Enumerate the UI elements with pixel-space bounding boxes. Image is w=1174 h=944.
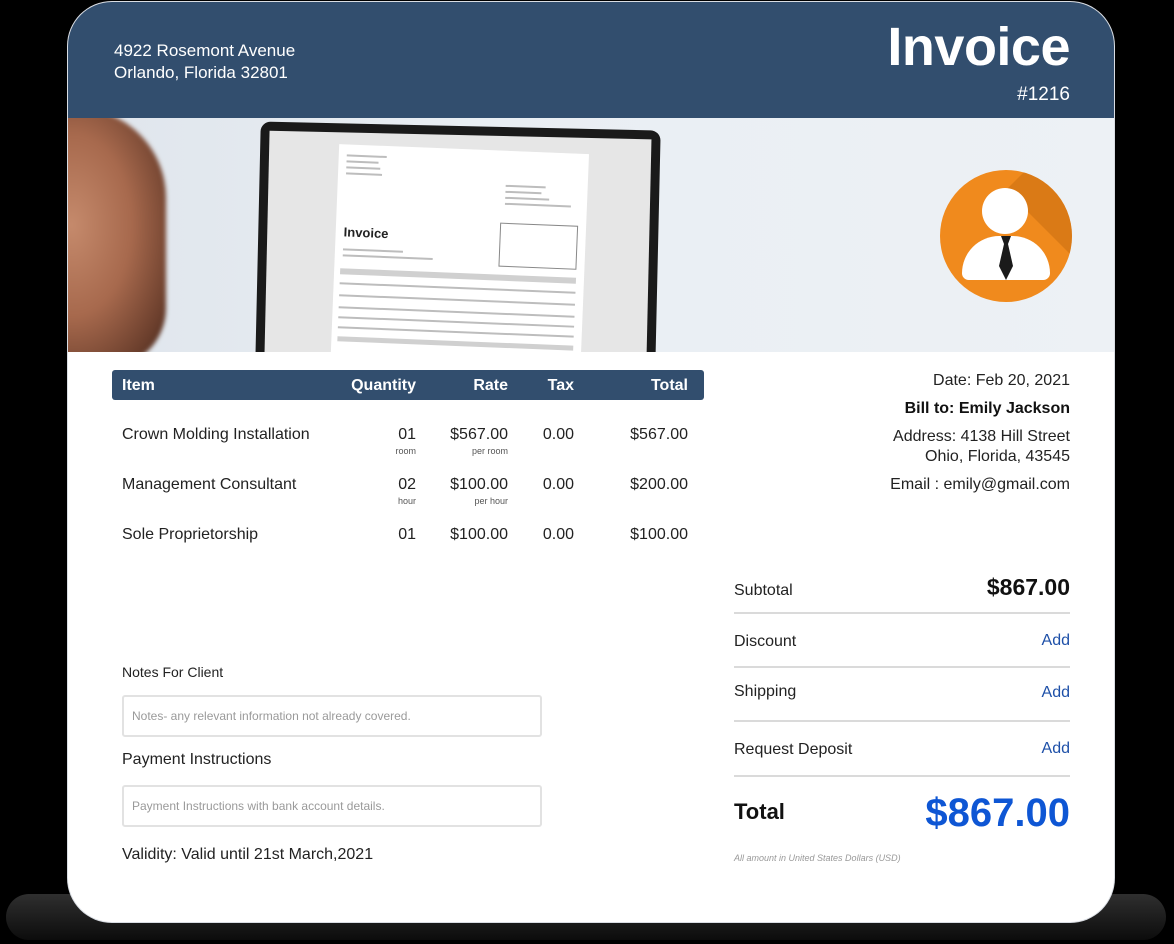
screen-doc-title: Invoice bbox=[343, 224, 389, 242]
item-quantity-unit: hour bbox=[397, 496, 416, 506]
invoice-date: Date: Feb 20, 2021 bbox=[933, 372, 1070, 389]
divider bbox=[734, 666, 1070, 668]
item-tax: 0.00 bbox=[542, 526, 574, 543]
currency-note: All amount in United States Dollars (USD… bbox=[734, 853, 901, 863]
laptop-screen: Invoice bbox=[264, 130, 652, 352]
column-item: Item bbox=[122, 377, 155, 394]
payment-instructions-label: Payment Instructions bbox=[122, 751, 272, 768]
column-total: Total bbox=[650, 377, 688, 394]
payment-instructions-input[interactable] bbox=[122, 785, 542, 827]
item-total: $567.00 bbox=[630, 426, 688, 443]
item-quantity: 02 bbox=[398, 476, 416, 493]
divider bbox=[734, 775, 1070, 777]
bill-to: Bill to: Emily Jackson bbox=[904, 400, 1070, 417]
sender-address: 4922 Rosemont Avenue Orlando, Florida 32… bbox=[114, 40, 295, 84]
column-tax: Tax bbox=[547, 377, 574, 394]
bill-email: Email : emily@gmail.com bbox=[890, 476, 1070, 493]
item-rate-unit: per hour bbox=[474, 496, 508, 506]
table-row: Sole Proprietorship 01 $100.00 0.00 $100… bbox=[112, 526, 704, 566]
shipping-label: Shipping bbox=[734, 683, 797, 700]
column-rate: Rate bbox=[473, 377, 508, 394]
bill-address-line2: Ohio, Florida, 43545 bbox=[925, 448, 1070, 465]
table-row: Management Consultant 02 hour $100.00 pe… bbox=[112, 476, 704, 516]
item-quantity: 01 bbox=[398, 526, 416, 543]
invoice-number: #1216 bbox=[1017, 84, 1070, 105]
invoice-title: Invoice bbox=[887, 17, 1070, 77]
column-quantity: Quantity bbox=[351, 377, 416, 394]
item-total: $100.00 bbox=[630, 526, 688, 543]
discount-label: Discount bbox=[734, 633, 797, 650]
table-row: Crown Molding Installation 01 room $567.… bbox=[112, 426, 704, 466]
item-tax: 0.00 bbox=[542, 476, 574, 493]
add-shipping-button[interactable]: Add bbox=[1042, 684, 1070, 702]
sender-address-line2: Orlando, Florida 32801 bbox=[114, 63, 288, 82]
validity-text: Validity: Valid until 21st March,2021 bbox=[122, 846, 374, 863]
divider bbox=[734, 612, 1070, 614]
subtotal-label: Subtotal bbox=[734, 582, 793, 599]
banner-image: Invoice bbox=[68, 118, 1114, 352]
item-total: $200.00 bbox=[630, 476, 688, 493]
total-label: Total bbox=[734, 799, 785, 824]
request-deposit-label: Request Deposit bbox=[734, 741, 853, 758]
item-name: Sole Proprietorship bbox=[122, 526, 259, 543]
item-rate-unit: per room bbox=[471, 446, 508, 456]
screen-invoice-document: Invoice bbox=[330, 144, 590, 352]
item-name: Management Consultant bbox=[122, 476, 297, 493]
user-businessman-icon bbox=[940, 170, 1072, 302]
item-rate: $100.00 bbox=[450, 526, 508, 543]
item-name: Crown Molding Installation bbox=[122, 426, 310, 443]
add-deposit-button[interactable]: Add bbox=[1042, 740, 1070, 758]
divider bbox=[734, 720, 1070, 722]
total-value: $867.00 bbox=[925, 791, 1070, 835]
bill-address-line1: Address: 4138 Hill Street bbox=[893, 428, 1070, 445]
item-quantity: 01 bbox=[398, 426, 416, 443]
items-table-header: Item Quantity Rate Tax Total bbox=[112, 370, 704, 400]
person-silhouette bbox=[68, 118, 166, 352]
item-rate: $100.00 bbox=[450, 476, 508, 493]
laptop-image: Invoice bbox=[255, 121, 661, 352]
item-rate: $567.00 bbox=[450, 426, 508, 443]
item-tax: 0.00 bbox=[542, 426, 574, 443]
invoice-card: 4922 Rosemont Avenue Orlando, Florida 32… bbox=[68, 2, 1114, 922]
notes-input[interactable] bbox=[122, 695, 542, 737]
item-quantity-unit: room bbox=[395, 446, 416, 456]
sender-address-line1: 4922 Rosemont Avenue bbox=[114, 41, 296, 60]
invoice-header: 4922 Rosemont Avenue Orlando, Florida 32… bbox=[68, 2, 1114, 118]
add-discount-button[interactable]: Add bbox=[1042, 632, 1070, 650]
subtotal-value: $867.00 bbox=[986, 574, 1070, 600]
notes-label: Notes For Client bbox=[122, 664, 224, 680]
